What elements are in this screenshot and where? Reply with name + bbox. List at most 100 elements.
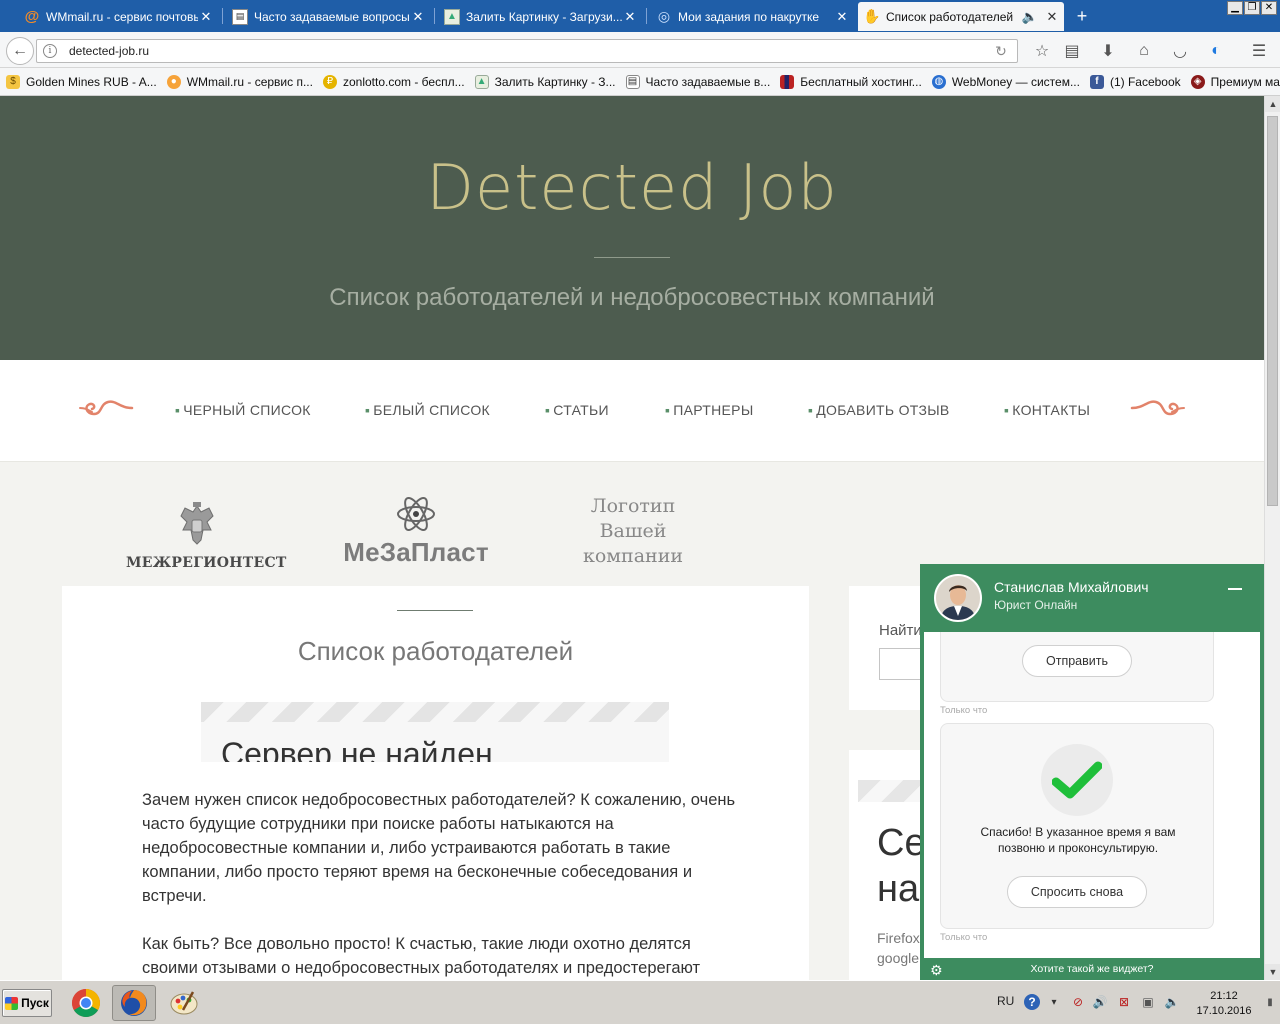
tab-close-icon[interactable]: ✕ — [410, 9, 426, 25]
scroll-down-icon[interactable]: ▼ — [1265, 964, 1280, 980]
thanks-message: Спасибо! В указанное время я вам позвоню… — [941, 824, 1215, 856]
chrome-icon — [72, 989, 100, 1017]
send-button[interactable]: Отправить — [1022, 645, 1132, 677]
tab-faq[interactable]: ▤ Часто задаваемые вопросы... ✕ — [226, 2, 430, 31]
restore-window-button[interactable]: ❐ — [1244, 1, 1260, 15]
url-text[interactable]: detected-job.ru — [69, 44, 991, 58]
bookmark-webmoney[interactable]: ◍ WebMoney — систем... — [931, 74, 1080, 89]
bookmark-star-icon[interactable]: ☆ — [1032, 41, 1052, 61]
clock-date: 17.10.2016 — [1196, 1005, 1252, 1017]
new-tab-button[interactable]: + — [1072, 6, 1092, 26]
language-indicator[interactable]: RU — [997, 994, 1014, 1008]
speaker-muted-icon[interactable]: 🔈 — [1022, 9, 1038, 25]
tab-close-icon[interactable]: ✕ — [622, 9, 638, 25]
reading-list-icon[interactable]: ▤ — [1062, 41, 1082, 61]
clock[interactable]: 21:12 17.10.2016 — [1190, 989, 1258, 1019]
download-icon[interactable]: ⬇ — [1098, 41, 1118, 61]
address-bar[interactable]: i detected-job.ru ↻ — [36, 39, 1018, 63]
bullet-icon: ▪ — [365, 402, 371, 418]
network-error-icon[interactable]: ⊠ — [1116, 994, 1132, 1010]
navigation-bar: ← i detected-job.ru ↻ ☆ ▤ ⬇ ⌂ ◡ ◐ ☰ — [0, 32, 1280, 68]
help-icon[interactable]: ? — [1024, 994, 1040, 1010]
windows-logo-icon — [5, 996, 19, 1010]
antivirus-icon[interactable]: ⊘ — [1070, 994, 1086, 1010]
chat-message-form: Отправить — [940, 632, 1214, 702]
paint-icon — [170, 991, 198, 1015]
menu-item-whitelist[interactable]: ▪ БЕЛЫЙ СПИСОК — [365, 402, 490, 418]
bookmark-facebook[interactable]: f (1) Facebook — [1089, 74, 1181, 89]
scroll-thumb[interactable] — [1267, 116, 1278, 506]
menu-item-partners[interactable]: ▪ ПАРТНЕРЫ — [665, 402, 754, 418]
double-eagle-emblem-icon — [180, 502, 214, 545]
thanks-line: позвоню и проконсультирую. — [997, 841, 1159, 855]
ask-again-button[interactable]: Спросить снова — [1007, 876, 1147, 908]
error-line: на — [877, 868, 920, 910]
back-button[interactable]: ← — [6, 37, 34, 65]
site-info-icon[interactable]: i — [43, 44, 57, 58]
placeholder-line: Вашей — [599, 520, 667, 542]
bookmark-hosting[interactable]: Бесплатный хостинг... — [780, 74, 922, 89]
tray-expand-icon[interactable]: ▾ — [1046, 994, 1062, 1010]
bookmark-upload-image[interactable]: ▲ Залить Картинку - З... — [474, 74, 616, 89]
message-time: Только что — [940, 705, 988, 716]
header-divider — [594, 257, 670, 258]
chat-footer: ⚙ Хотите такой же виджет? — [920, 960, 1264, 980]
bookmark-wmmail[interactable]: ● WMmail.ru - сервис п... — [166, 74, 313, 89]
tab-close-icon[interactable]: ✕ — [834, 9, 850, 25]
partner-logo-mezaplast[interactable]: МеЗаПласт — [340, 492, 492, 568]
tab-tasks[interactable]: ◎ Мои задания по накрутке ✕ — [650, 2, 854, 31]
volume-icon[interactable]: 🔈 — [1164, 994, 1180, 1010]
bookmark-faq[interactable]: ▤ Часто задаваемые в... — [625, 74, 771, 89]
start-button[interactable]: Пуск — [2, 989, 52, 1017]
sync-icon[interactable]: ◐ — [1206, 41, 1226, 61]
error-stripes — [201, 702, 669, 722]
widget-promo-link[interactable]: Хотите такой же виджет? — [920, 963, 1264, 975]
bookmark-label: WMmail.ru - сервис п... — [186, 74, 313, 89]
bullet-icon: ▪ — [175, 402, 181, 418]
tab-employers-list[interactable]: ✋ Список работодателей 🔈 ✕ — [858, 2, 1064, 31]
minimize-window-button[interactable]: ▁ — [1227, 1, 1243, 15]
bookmark-premium-shop[interactable]: ◈ Премиум магазин Wa... — [1190, 74, 1280, 89]
pocket-icon[interactable]: ◡ — [1170, 41, 1190, 61]
bookmark-golden-mines[interactable]: $ Golden Mines RUB - A... — [6, 74, 157, 89]
bookmark-label: Залить Картинку - З... — [494, 74, 616, 89]
bookmark-label: (1) Facebook — [1109, 74, 1181, 89]
cat-icon: ● — [166, 74, 181, 89]
site-title[interactable]: Detected Job — [0, 151, 1264, 224]
speaker-icon[interactable]: 🔊 — [1092, 994, 1108, 1010]
close-window-button[interactable]: ✕ — [1261, 1, 1277, 15]
page-scrollbar[interactable]: ▲ ▼ — [1264, 96, 1280, 980]
minimize-chat-icon[interactable] — [1228, 588, 1242, 590]
tab-upload-image[interactable]: ▲ Залить Картинку - Загрузи... ✕ — [438, 2, 642, 31]
tab-close-icon[interactable]: ✕ — [1044, 9, 1060, 25]
bullet-icon: ▪ — [665, 402, 671, 418]
menu-item-add-review[interactable]: ▪ ДОБАВИТЬ ОТЗЫВ — [808, 402, 950, 418]
menu-item-articles[interactable]: ▪ СТАТЬИ — [545, 402, 609, 418]
taskbar-chrome[interactable] — [64, 985, 108, 1021]
scroll-up-icon[interactable]: ▲ — [1265, 96, 1280, 112]
facebook-icon: f — [1089, 74, 1104, 89]
home-icon[interactable]: ⌂ — [1134, 41, 1154, 61]
taskbar-firefox[interactable] — [112, 985, 156, 1021]
menu-icon[interactable]: ☰ — [1249, 41, 1269, 61]
tab-close-icon[interactable]: ✕ — [198, 9, 214, 25]
partner-logo-mezhregiontest[interactable]: МЕЖРЕГИОНТЕСТ — [126, 500, 286, 571]
tab-title: Мои задания по накрутке — [678, 9, 820, 24]
agent-photo-icon — [936, 576, 980, 620]
chat-header[interactable]: Станислав Михайлович Юрист Онлайн — [920, 564, 1264, 632]
bookmark-zonlotto[interactable]: ₽ zonlotto.com - беспл... — [322, 74, 465, 89]
bookmark-label: zonlotto.com - беспл... — [342, 74, 465, 89]
menu-label: СТАТЬИ — [553, 402, 609, 418]
taskbar: Пуск RU ? ▾ ⊘ 🔊 ⊠ ▣ 🔈 21:12 17.10.2016 ▮ — [0, 980, 1280, 1024]
reload-icon[interactable]: ↻ — [991, 43, 1011, 60]
menu-item-contacts[interactable]: ▪ КОНТАКТЫ — [1004, 402, 1090, 418]
image-icon: ▲ — [474, 74, 489, 89]
network-icon[interactable]: ▣ — [1140, 994, 1156, 1010]
menu-item-blacklist[interactable]: ▪ ЧЕРНЫЙ СПИСОК — [175, 402, 311, 418]
taskbar-paint[interactable] — [162, 985, 206, 1021]
tab-wmmail[interactable]: @ WMmail.ru - сервис почтовы... ✕ — [18, 2, 218, 31]
image-icon: ▲ — [444, 8, 460, 25]
bookmark-label: Часто задаваемые в... — [645, 74, 771, 89]
show-desktop-icon[interactable]: ▮ — [1262, 994, 1278, 1010]
partner-logo-placeholder[interactable]: Логотип Вашей компании — [560, 494, 706, 569]
